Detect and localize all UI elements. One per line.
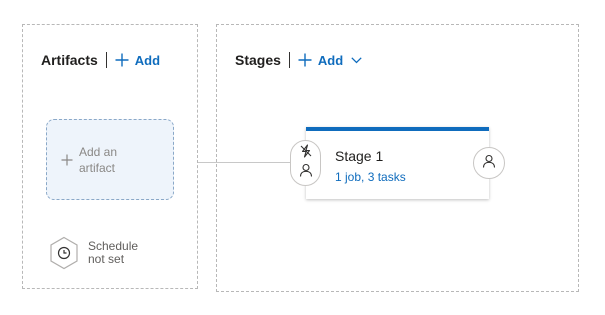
person-icon[interactable] [299,163,313,182]
add-stage-button-label: Add [317,52,344,68]
person-icon [482,154,496,173]
stage-name[interactable]: Stage 1 [335,148,383,164]
stages-title: Stages [235,52,281,68]
add-artifact-button[interactable]: Add [115,53,160,68]
clock-icon [49,236,79,270]
add-artifact-tile[interactable]: Add an artifact [46,119,174,200]
header-separator [105,52,107,68]
schedule-trigger[interactable]: Schedule not set [49,236,148,270]
artifact-stage-connector [198,162,292,163]
stages-header: Stages Add [235,50,368,70]
artifacts-panel: Artifacts Add Add an artifact Schedule n… [22,24,198,289]
post-deployment-approvals[interactable] [473,147,505,179]
pre-deployment-conditions[interactable] [290,140,321,186]
plus-icon [115,53,129,67]
add-artifact-button-label: Add [134,52,161,68]
plus-icon [61,154,73,166]
artifacts-header: Artifacts Add [41,50,160,70]
add-artifact-label: Add an artifact [79,144,118,175]
chevron-down-icon[interactable] [351,56,368,64]
schedule-label: Schedule not set [88,239,139,266]
plus-icon [298,53,312,67]
lightning-icon[interactable] [299,144,313,163]
artifacts-title: Artifacts [41,52,98,68]
header-separator [288,52,290,68]
stage-card[interactable]: Stage 1 1 job, 3 tasks [306,127,489,199]
add-stage-button[interactable]: Add [298,53,368,68]
stage-tasks-link[interactable]: 1 job, 3 tasks [335,170,406,184]
